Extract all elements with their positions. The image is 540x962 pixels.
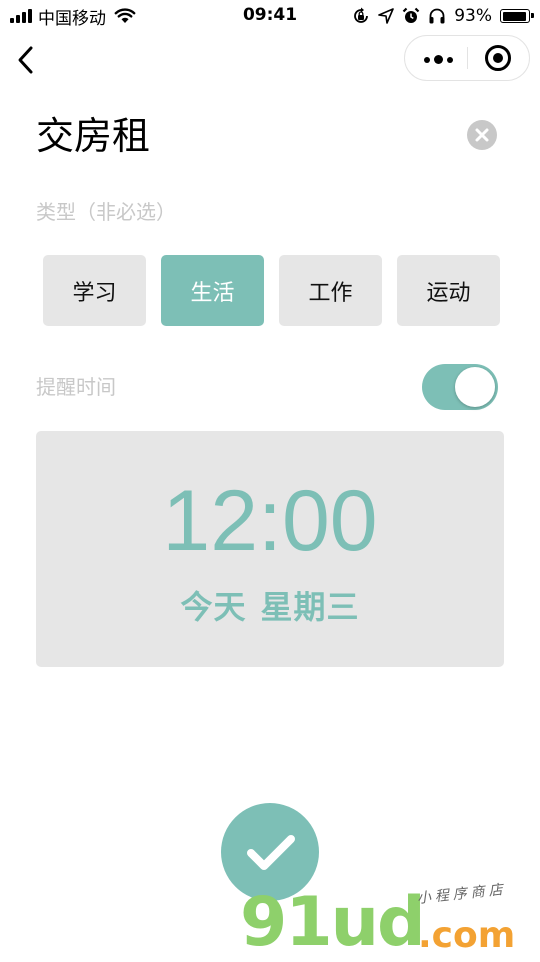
chevron-left-icon — [18, 46, 33, 74]
close-mini-program-button[interactable] — [468, 36, 530, 80]
clear-title-button[interactable] — [467, 120, 497, 150]
type-option-work[interactable]: 工作 — [279, 255, 382, 326]
reminder-day: 今天 — [180, 588, 247, 626]
alarm-icon — [402, 7, 420, 23]
reminder-date: 今天 星期三 — [36, 585, 504, 629]
reminder-time: 12:00 — [162, 473, 378, 569]
clear-circle-icon — [475, 128, 489, 142]
back-button[interactable] — [12, 42, 40, 78]
battery-icon — [500, 9, 534, 23]
headphones-icon — [429, 8, 445, 24]
type-option-sport[interactable]: 运动 — [397, 255, 500, 326]
time-picker-panel[interactable]: 12:00 今天 星期三 — [36, 431, 504, 667]
type-options: 学习 生活 工作 运动 — [43, 255, 500, 326]
remind-time-label: 提醒时间 — [36, 375, 116, 399]
type-label: 类型（非必选） — [36, 200, 176, 224]
watermark-domain: .com — [418, 915, 516, 956]
toggle-knob — [455, 367, 495, 407]
watermark-logo: 91ud — [240, 883, 426, 962]
status-bar: 中国移动 09:41 93% — [0, 0, 540, 32]
type-option-life[interactable]: 生活 — [161, 255, 264, 326]
type-option-study[interactable]: 学习 — [43, 255, 146, 326]
orientation-lock-icon — [354, 7, 369, 23]
location-icon — [378, 8, 395, 24]
status-right: 93% — [352, 5, 534, 27]
target-close-icon — [485, 45, 511, 71]
more-dots-icon — [424, 55, 453, 64]
battery-percent: 93% — [454, 6, 492, 26]
watermark-tagline: 小程序商店 — [416, 881, 508, 908]
task-title[interactable]: 交房租 — [36, 112, 150, 160]
more-button[interactable] — [405, 36, 467, 80]
battery-level-fill — [502, 11, 526, 21]
remind-toggle[interactable] — [422, 364, 498, 410]
reminder-weekday: 星期三 — [260, 588, 360, 626]
mini-program-capsule — [404, 35, 530, 81]
